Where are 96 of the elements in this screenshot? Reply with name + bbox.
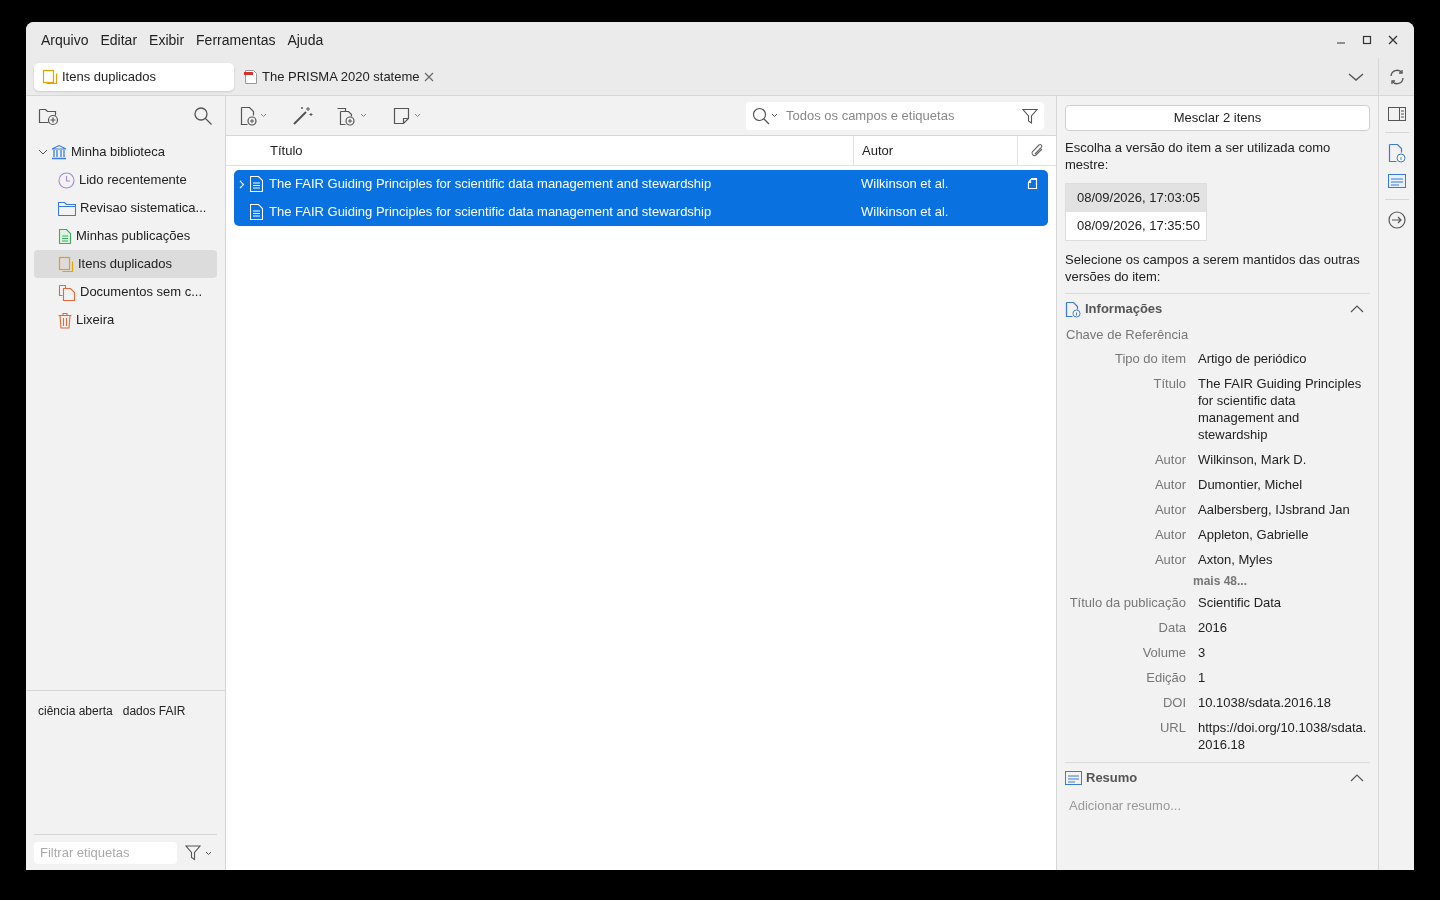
field-label: Autor [1153,451,1186,468]
folder-icon [58,200,76,216]
field-label: Volume [1141,644,1186,661]
document-icon [250,176,263,192]
more-link[interactable]: mais 48... [1065,572,1370,590]
author-cell-text: Wilkinson et al. [860,175,950,194]
library-icon [51,144,67,160]
column-header[interactable]: Autor [854,136,1018,165]
maximize-icon[interactable] [1362,35,1372,45]
menu-item[interactable]: Exibir [144,29,190,51]
filter-menu-icon[interactable] [185,844,213,861]
tag[interactable]: ciência aberta [38,702,113,720]
field-value[interactable]: Axton, Myles [1198,551,1368,568]
field-value[interactable]: Dumontier, Michel [1198,476,1368,493]
section-title: Informações [1085,300,1164,319]
tag[interactable]: dados FAIR [122,702,186,720]
section-title: Resumo [1086,769,1139,788]
field-label: Edição [1145,669,1186,686]
field-value[interactable]: 10.1038/sdata.2016.18 [1198,694,1368,711]
menu-item[interactable]: Arquivo [36,29,94,51]
collection-item[interactable]: Lido recentemente [34,166,217,194]
abstract-field[interactable]: Adicionar resumo... [1065,793,1370,817]
document-icon [58,227,72,245]
field-value[interactable]: 1 [1198,669,1368,686]
field-label: Título [1152,375,1186,393]
search-bar[interactable]: Todos os campos e etiquetas [746,101,1044,130]
merge-button[interactable]: Mesclar 2 itens [1065,105,1370,131]
close-icon[interactable] [1388,35,1398,45]
field-value[interactable]: Scientific Data [1198,594,1368,611]
item-row[interactable]: The FAIR Guiding Principles for scientific data management and stewardship Wilkinson et al. [234,170,1048,198]
collection-item[interactable]: Minhas publicações [34,222,217,250]
unfiled-documents-icon [58,283,76,301]
title-cell-text: The FAIR Guiding Principles for scientific data management and stewardship [269,203,712,222]
document-info-icon [1065,300,1081,318]
field-label: Autor [1153,501,1186,518]
field-label: Data [1157,619,1186,636]
chevron-up-icon[interactable] [1350,774,1364,782]
close-icon[interactable] [423,71,434,82]
field-label: Autor [1153,476,1186,493]
title-cell-text: The FAIR Guiding Principles for scientific data management and stewardship [269,175,712,194]
field-value[interactable]: 2016 [1198,619,1368,636]
chevron-down-icon[interactable] [1348,71,1364,82]
toggle-pane-icon[interactable] [1387,106,1406,122]
field-value[interactable]: Wilkinson, Mark D. [1198,451,1368,468]
pdf-icon [244,68,258,85]
abstract-icon[interactable] [1387,173,1406,189]
collection-item[interactable]: Lixeira [34,306,217,334]
sync-icon[interactable] [1387,67,1406,86]
column-header[interactable]: Título [226,136,854,165]
field-label: DOI [1161,694,1186,711]
field-label: Título da publicação [1068,594,1186,611]
document-info-icon[interactable] [1387,143,1406,163]
field-label: Autor [1153,551,1186,568]
field-label: URL [1159,719,1186,737]
field-label: Chave de Referência [1065,326,1190,345]
menu-item[interactable]: Ferramentas [191,29,281,51]
instruction-text: Escolha a versão do item a ser utilizada como mestre: [1065,139,1332,173]
chevron-up-icon[interactable] [1350,305,1364,313]
field-value[interactable]: https://doi.org/10.1038/sdata.2016.18 [1198,719,1368,753]
field-value[interactable]: Aalbersberg, IJsbrand Jan [1198,501,1368,518]
filter-icon[interactable] [1022,107,1038,124]
attachment-icon[interactable] [1027,177,1039,191]
stacked-pages-icon [42,68,58,85]
collection-item[interactable]: Revisao sistematica... [34,194,217,222]
menu-item[interactable]: Ajuda [282,29,329,51]
magic-wand-icon[interactable] [292,105,314,126]
stacked-pages-icon [58,255,74,273]
paperclip-icon[interactable] [1029,142,1045,159]
menu-item[interactable]: Editar [95,29,143,51]
author-cell-text: Wilkinson et al. [860,203,950,222]
abstract-icon [1065,771,1082,785]
item-row[interactable]: The FAIR Guiding Principles for scientific data management and stewardship Wilkinson et al. [234,198,1048,226]
field-label: Tipo do item [1113,350,1186,367]
collection-item[interactable]: Itens duplicados [34,250,217,278]
search-field[interactable]: Todos os campos e etiquetas [786,105,1016,126]
collection-item[interactable]: Minha biblioteca [34,138,217,166]
field-value[interactable]: Appleton, Gabrielle [1198,526,1368,543]
chevron-right-icon[interactable] [239,179,245,189]
search-icon[interactable] [193,106,213,126]
field-value[interactable]: The FAIR Guiding Principles for scientific data management and stewardship [1198,375,1368,443]
instruction-text: Selecione os campos a serem mantidos das outras versões do item: [1065,251,1361,285]
tag-filter-field[interactable]: Filtrar etiquetas [34,841,177,864]
collection-item[interactable]: Documentos sem c... [34,278,217,306]
field-value[interactable]: 3 [1198,644,1368,661]
version-item[interactable]: 08/09/2026, 17:03:05 [1066,184,1206,212]
tab[interactable]: Itens duplicados [34,62,234,91]
document-icon [250,204,263,220]
clock-icon [58,171,75,189]
search-icon[interactable] [752,106,780,125]
chevron-down-icon[interactable] [38,148,48,156]
locate-icon[interactable] [1386,210,1407,230]
tab[interactable]: The PRISMA 2020 stateme [240,62,438,91]
trash-icon [58,311,72,329]
field-value[interactable]: Artigo de periódico [1198,350,1368,367]
new-collection-icon[interactable] [38,106,60,126]
field-label: Autor [1153,526,1186,543]
